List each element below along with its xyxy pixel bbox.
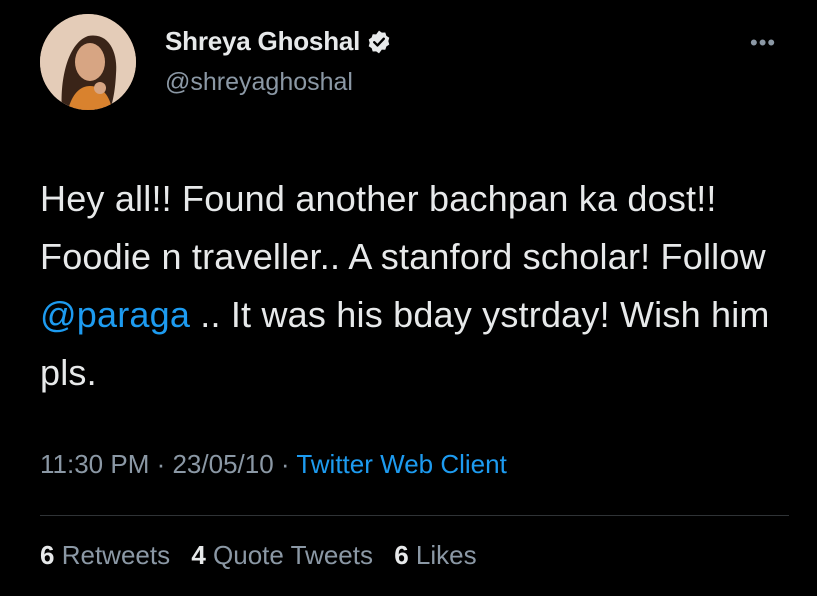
author-name-row: Shreya Ghoshal <box>165 26 392 57</box>
tweet-stats: 6 Retweets 4 Quote Tweets 6 Likes <box>40 540 491 571</box>
tweet-client-link[interactable]: Twitter Web Client <box>296 449 506 479</box>
likes-count: 6 <box>394 540 409 570</box>
quote-tweets-count: 4 <box>191 540 206 570</box>
author-display-name[interactable]: Shreya Ghoshal <box>165 26 360 57</box>
author-handle[interactable]: @shreyaghoshal <box>165 68 353 97</box>
tweet-meta: 11:30 PM · 23/05/10 · Twitter Web Client <box>40 449 507 480</box>
retweets-stat[interactable]: 6 Retweets <box>40 540 170 570</box>
more-options-icon[interactable]: ••• <box>750 30 776 56</box>
retweets-label: Retweets <box>61 540 171 570</box>
tweet-text: Hey all!! Found another bachpan ka dost!… <box>40 170 780 402</box>
quote-tweets-stat[interactable]: 4 Quote Tweets <box>191 540 373 570</box>
profile-photo-icon <box>40 14 136 110</box>
quote-tweets-label: Quote Tweets <box>213 540 373 570</box>
verified-badge-icon <box>368 30 390 53</box>
likes-stat[interactable]: 6 Likes <box>394 540 476 570</box>
mention-link[interactable]: @paraga <box>40 294 190 335</box>
tweet-text-before: Hey all!! Found another bachpan ka dost!… <box>40 178 766 277</box>
divider <box>40 515 789 516</box>
tweet-date[interactable]: 23/05/10 <box>172 449 273 479</box>
tweet-time[interactable]: 11:30 PM <box>40 449 149 479</box>
likes-label: Likes <box>415 540 477 570</box>
meta-separator: · <box>149 449 173 479</box>
avatar[interactable] <box>40 14 136 110</box>
retweets-count: 6 <box>40 540 55 570</box>
meta-separator: · <box>273 449 297 479</box>
